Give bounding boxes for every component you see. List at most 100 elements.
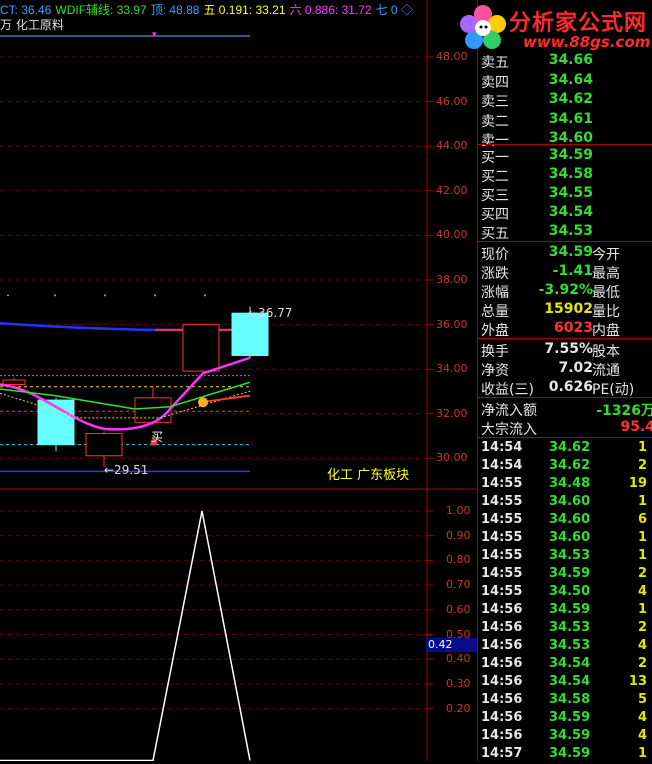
tick-time: 14:56 — [481, 656, 523, 671]
tick-price: 34.60 — [549, 494, 591, 509]
stats-separator — [478, 241, 652, 242]
stat-label: 现价 — [481, 247, 509, 263]
tick-row: 14:56 34.53 2 — [478, 620, 652, 638]
tick-row: 14:54 34.62 2 — [478, 458, 652, 476]
bid-row: 买五 34.53 — [478, 223, 652, 242]
tick-time: 14:56 — [481, 728, 523, 743]
tick-volume: 1 — [637, 440, 647, 455]
ask-label: 卖四 — [481, 74, 509, 91]
bid-row: 买四 34.54 — [478, 204, 652, 223]
tick-price: 34.53 — [549, 638, 591, 653]
price-chart[interactable]: ▾ — [0, 0, 477, 761]
stats-row: 涨幅 -3.92% 最低 — [478, 282, 652, 301]
bid-label: 买一 — [481, 150, 509, 166]
trace-dot — [204, 294, 206, 297]
tick-row: 14:55 34.53 1 — [478, 548, 652, 566]
tick-row: 14:55 34.60 1 — [478, 530, 652, 548]
indicator-tick-label: 1.00 — [446, 504, 471, 517]
tick-volume: 13 — [628, 674, 647, 689]
indicator-tick-label: 0.50 — [446, 627, 471, 641]
tick-time: 14:55 — [481, 566, 523, 581]
price-tick-label: 38.00 — [436, 273, 468, 286]
bid-label: 买二 — [481, 169, 509, 185]
stat-label-secondary: 股本 — [592, 344, 620, 360]
tick-price: 34.59 — [549, 746, 591, 761]
tick-row: 14:56 34.58 5 — [478, 692, 652, 710]
candle-body-up — [2, 379, 26, 385]
tick-volume: 19 — [628, 476, 647, 491]
tick-time: 14:55 — [481, 494, 523, 509]
site-logo: 分析家公式网 www.88gs.com — [455, 0, 652, 56]
ask-price: 34.64 — [548, 71, 593, 88]
stock-name: 万 化工原料 — [0, 18, 64, 32]
flow-row: 大宗流入 95.4 — [478, 419, 652, 438]
indicator-tick-label: 0.70 — [446, 578, 471, 592]
stat-label-secondary: 内盘 — [592, 323, 620, 339]
stat-value: -3.92% — [538, 282, 593, 298]
indicator-readout: CT: 36.46 WDIF辅线: 33.97 顶: 48.88 五 0.191: 3… — [0, 1, 417, 17]
stat-label-secondary: 最低 — [592, 285, 620, 301]
indicator-tick-label: 0.90 — [446, 528, 471, 542]
tick-price: 34.62 — [549, 458, 591, 473]
stats2-row: 净资 7.02 流通 — [478, 360, 652, 379]
ask-row: 卖三 34.62 — [478, 91, 652, 110]
bid-label: 买四 — [481, 207, 509, 223]
flow-label: 净流入额 — [481, 403, 537, 419]
stat-value: 6023 — [554, 320, 593, 336]
stats-row: 涨跌 -1.41 最高 — [478, 263, 652, 282]
quote-panel: 卖五 34.66 卖四 34.64 卖三 34.62 卖二 34.61 卖一 34.60 买一 34.… — [477, 0, 652, 761]
tick-volume: 1 — [637, 530, 647, 545]
tick-volume: 2 — [637, 620, 647, 635]
bid-price: 34.55 — [548, 185, 593, 201]
stat-label-secondary: PE(动) — [592, 382, 635, 398]
bid-label: 买三 — [481, 188, 509, 204]
tick-row: 14:56 34.53 4 — [478, 638, 652, 656]
tick-row: 14:55 34.59 2 — [478, 566, 652, 584]
price-tick-label: 46.00 — [436, 94, 468, 108]
tick-price: 34.60 — [549, 530, 591, 545]
tick-row: 14:55 34.50 4 — [478, 584, 652, 602]
indicator-item: WDIF辅线: 33.97 — [55, 3, 147, 17]
tick-time: 14:55 — [481, 584, 523, 599]
flower-logo-icon — [460, 5, 506, 49]
tick-price: 34.59 — [549, 710, 591, 725]
bid-label: 买五 — [481, 226, 509, 242]
ask-price: 34.61 — [548, 110, 593, 127]
trace-dot — [104, 294, 106, 297]
stat-label: 换手 — [481, 344, 509, 360]
tick-volume: 2 — [637, 566, 647, 581]
stat-value: 34.59 — [548, 244, 593, 260]
trace-dot — [54, 294, 56, 297]
tick-price: 34.54 — [549, 656, 591, 671]
tick-time: 14:54 — [481, 440, 523, 455]
tick-time: 14:55 — [481, 530, 523, 545]
tick-volume: 2 — [637, 656, 647, 671]
ask-price: 34.62 — [548, 91, 593, 107]
tick-price: 34.59 — [549, 602, 591, 617]
indicator-tick-label: 0.60 — [446, 602, 471, 616]
tick-volume: 5 — [637, 692, 647, 707]
ticks-separator — [478, 437, 652, 438]
stat-label: 总量 — [481, 304, 509, 320]
stat-label-secondary: 最高 — [592, 266, 620, 282]
indicator-tick-label: 0.40 — [446, 652, 471, 666]
candle-body-up — [182, 323, 220, 372]
indicator-signal-line — [0, 510, 251, 761]
bid-row: 买二 34.58 — [478, 166, 652, 185]
price-tick-label: 42.00 — [436, 183, 468, 197]
stat-label: 净资 — [481, 363, 509, 379]
tick-volume: 1 — [637, 494, 647, 509]
tick-row: 14:54 34.62 1 — [478, 440, 652, 458]
price-tick-label: 36.00 — [436, 317, 468, 331]
tick-price: 34.53 — [549, 620, 591, 635]
price-tick-label: 30.00 — [436, 451, 468, 465]
indicator-tick-label: 0.30 — [446, 676, 471, 690]
stats2-row: 收益(三) 0.626 PE(动) — [478, 379, 652, 398]
tick-price: 34.59 — [549, 728, 591, 743]
indicator-item: CT: 36.46 — [0, 3, 52, 17]
tick-volume: 4 — [637, 728, 647, 743]
price-tick-label: 40.00 — [436, 228, 468, 242]
price-tick-label: 34.00 — [436, 362, 468, 376]
tick-price: 34.50 — [549, 584, 591, 599]
candle-body-up — [85, 432, 123, 457]
